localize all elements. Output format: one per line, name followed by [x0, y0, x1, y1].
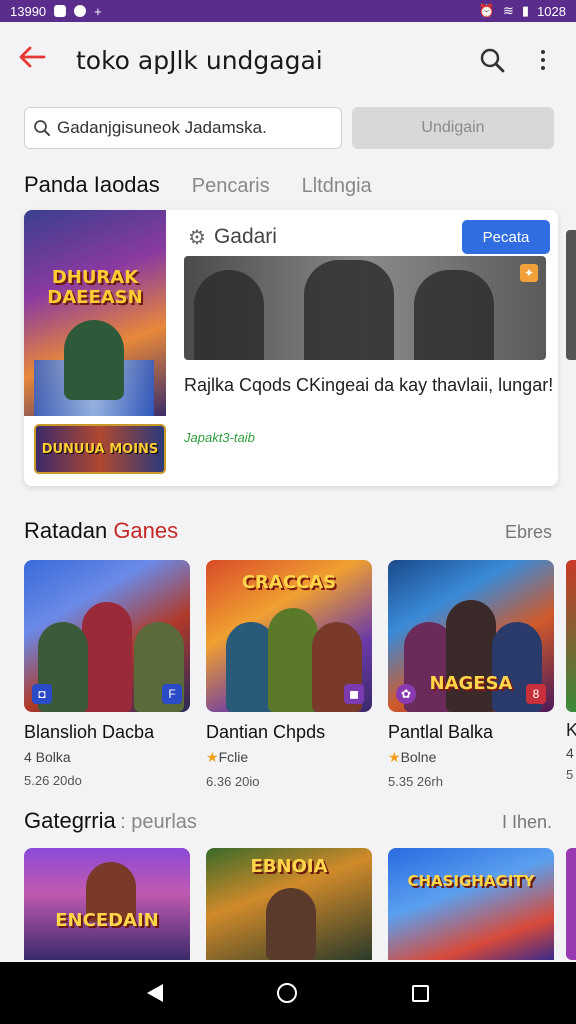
- search-placeholder: Gadanjgisuneok Jadamska.: [57, 118, 267, 137]
- battery-text: 1028: [537, 3, 566, 19]
- category-card[interactable]: EBNOIA: [206, 848, 372, 960]
- game-rating: ★Bolne: [388, 749, 554, 766]
- search-input[interactable]: Gadanjgisuneok Jadamska.: [24, 107, 342, 149]
- popular-section-header: Ratadan Ganes Ebres: [24, 518, 552, 544]
- game-rating-text: Bolne: [400, 749, 437, 765]
- art-figure: [268, 608, 318, 712]
- nav-back-icon[interactable]: [147, 984, 164, 1002]
- featured-video[interactable]: ✦: [184, 256, 546, 360]
- category-card[interactable]: ENCEDAIN: [24, 848, 190, 960]
- game-card[interactable]: CRACCAS ◼ Dantian Chpds ★Fclie 6.36 20io: [206, 560, 372, 789]
- tab-bar: Panda Iaodas Pencaris Lltdngia: [24, 172, 372, 198]
- game-art: NAGESA ✿ 8: [388, 560, 554, 712]
- search-icon[interactable]: [472, 40, 512, 80]
- game-rating-text: 4 Bolka: [24, 749, 71, 765]
- art-figure: [446, 600, 496, 712]
- page-title: toko apJlk undgagai: [76, 45, 323, 75]
- game-size: 5.26 20do: [24, 773, 82, 788]
- back-arrow-icon[interactable]: [18, 43, 58, 77]
- more-vert-icon[interactable]: [528, 50, 558, 70]
- game-card[interactable]: ◘ F Blanslioh Dacba 4 Bolka 5.26 20do: [24, 560, 190, 788]
- nav-home-icon[interactable]: [277, 983, 298, 1003]
- featured-art-label: DHURAK DAEEASN: [47, 267, 143, 308]
- game-name: Dantian Chpds: [206, 722, 326, 742]
- system-nav-bar: [0, 962, 576, 1024]
- alarm-icon: ⏰: [478, 3, 496, 18]
- store-badge-icon: 8: [526, 684, 546, 704]
- next-game-rating: 4: [566, 745, 574, 761]
- game-rating: 4 Bolka: [24, 749, 190, 765]
- game-size: 6.36 20io: [206, 774, 260, 789]
- next-game-name: K: [566, 720, 576, 740]
- featured-tag: Japakt3-taib: [184, 430, 255, 445]
- tab-lltdngia[interactable]: Lltdngia: [302, 175, 372, 198]
- game-art: ◘ F: [24, 560, 190, 712]
- see-more-link[interactable]: I Ihen.: [502, 812, 552, 833]
- section-title-plain: Ratadan: [24, 518, 108, 543]
- nav-recents-icon[interactable]: [411, 984, 429, 1002]
- see-more-link[interactable]: Ebres: [505, 522, 552, 543]
- game-rating-text: Fclie: [218, 749, 249, 765]
- art-hero: [64, 320, 124, 400]
- next-game-size: 5: [566, 767, 574, 782]
- category-label: EBNOIA: [250, 856, 328, 877]
- section-subtitle: : peurlas: [120, 811, 197, 833]
- game-name: Blanslioh Dacba: [24, 722, 155, 742]
- art-figure: [82, 602, 132, 712]
- category-label: CHASIGHAGITY: [407, 872, 535, 890]
- video-badge-icon: ✦: [520, 264, 538, 282]
- wifi-icon: ≋: [503, 3, 514, 18]
- featured-game-art[interactable]: DHURAK DAEEASN: [24, 210, 166, 416]
- featured-action-button[interactable]: Pecata: [462, 220, 550, 254]
- plus-notification-icon: +: [94, 3, 102, 19]
- game-art: CRACCAS ◼: [206, 560, 372, 712]
- category-label: ENCEDAIN: [55, 910, 159, 931]
- featured-thumb-label: DUNUUA MOINS: [41, 441, 159, 457]
- status-time: 13990: [10, 3, 47, 19]
- search-field-icon: [34, 120, 50, 136]
- game-rating: ★Fclie: [206, 749, 372, 766]
- categories-section-header: Gategrria : peurlas I Ihen.: [24, 808, 552, 834]
- featured-description: Rajlka Cqods CKingeai da kay thavlaii, l…: [184, 375, 554, 395]
- featured-card[interactable]: DHURAK DAEEASN DUNUUA MOINS ⚙ Gadari Pec…: [24, 210, 558, 486]
- store-badge-icon: ◼: [344, 684, 364, 704]
- search-button[interactable]: Undigain: [352, 107, 554, 149]
- store-badge-icon: F: [162, 684, 182, 704]
- category-card[interactable]: CHASIGHAGITY: [388, 848, 554, 960]
- video-figure: [194, 270, 264, 360]
- circle-notification-icon: [74, 5, 87, 17]
- featured-header-label: Gadari: [213, 225, 277, 248]
- game-size: 5.35 26rh: [388, 774, 443, 789]
- notification-icon: [54, 5, 67, 17]
- section-title-accent: Ganes: [113, 518, 179, 543]
- art-figure: [266, 888, 316, 960]
- signal-icon: ▮: [521, 3, 530, 18]
- next-category-card[interactable]: [566, 848, 576, 960]
- tab-pencaris[interactable]: Pencaris: [192, 175, 270, 198]
- next-featured-card[interactable]: [566, 230, 576, 360]
- app-badge-icon: ✿: [396, 684, 416, 704]
- gamepad-icon: ⚙: [188, 226, 206, 249]
- featured-header: ⚙ Gadari Pecata: [184, 214, 558, 260]
- video-figure: [414, 270, 494, 360]
- tab-panda-iaodas[interactable]: Panda Iaodas: [24, 172, 160, 198]
- app-badge-icon: ◘: [32, 684, 52, 704]
- star-icon: ★: [206, 749, 219, 765]
- app-bar: toko apJlk undgagai: [0, 22, 576, 98]
- status-bar: 13990 + ⏰ ≋ ▮ 1028: [0, 0, 576, 22]
- featured-thumbnail[interactable]: DUNUUA MOINS: [34, 424, 166, 474]
- game-name: Pantlal Balka: [388, 722, 494, 742]
- game-card[interactable]: NAGESA ✿ 8 Pantlal Balka ★Bolne 5.35 26r…: [388, 560, 554, 789]
- section-title: Ratadan Ganes: [24, 518, 178, 544]
- section-title: Gategrria: [24, 808, 116, 833]
- next-game-card[interactable]: [566, 560, 576, 712]
- game-art-label: CRACCAS: [241, 572, 337, 593]
- star-icon: ★: [388, 749, 401, 765]
- section-title-group: Gategrria : peurlas: [24, 808, 197, 834]
- video-figure: [304, 260, 394, 360]
